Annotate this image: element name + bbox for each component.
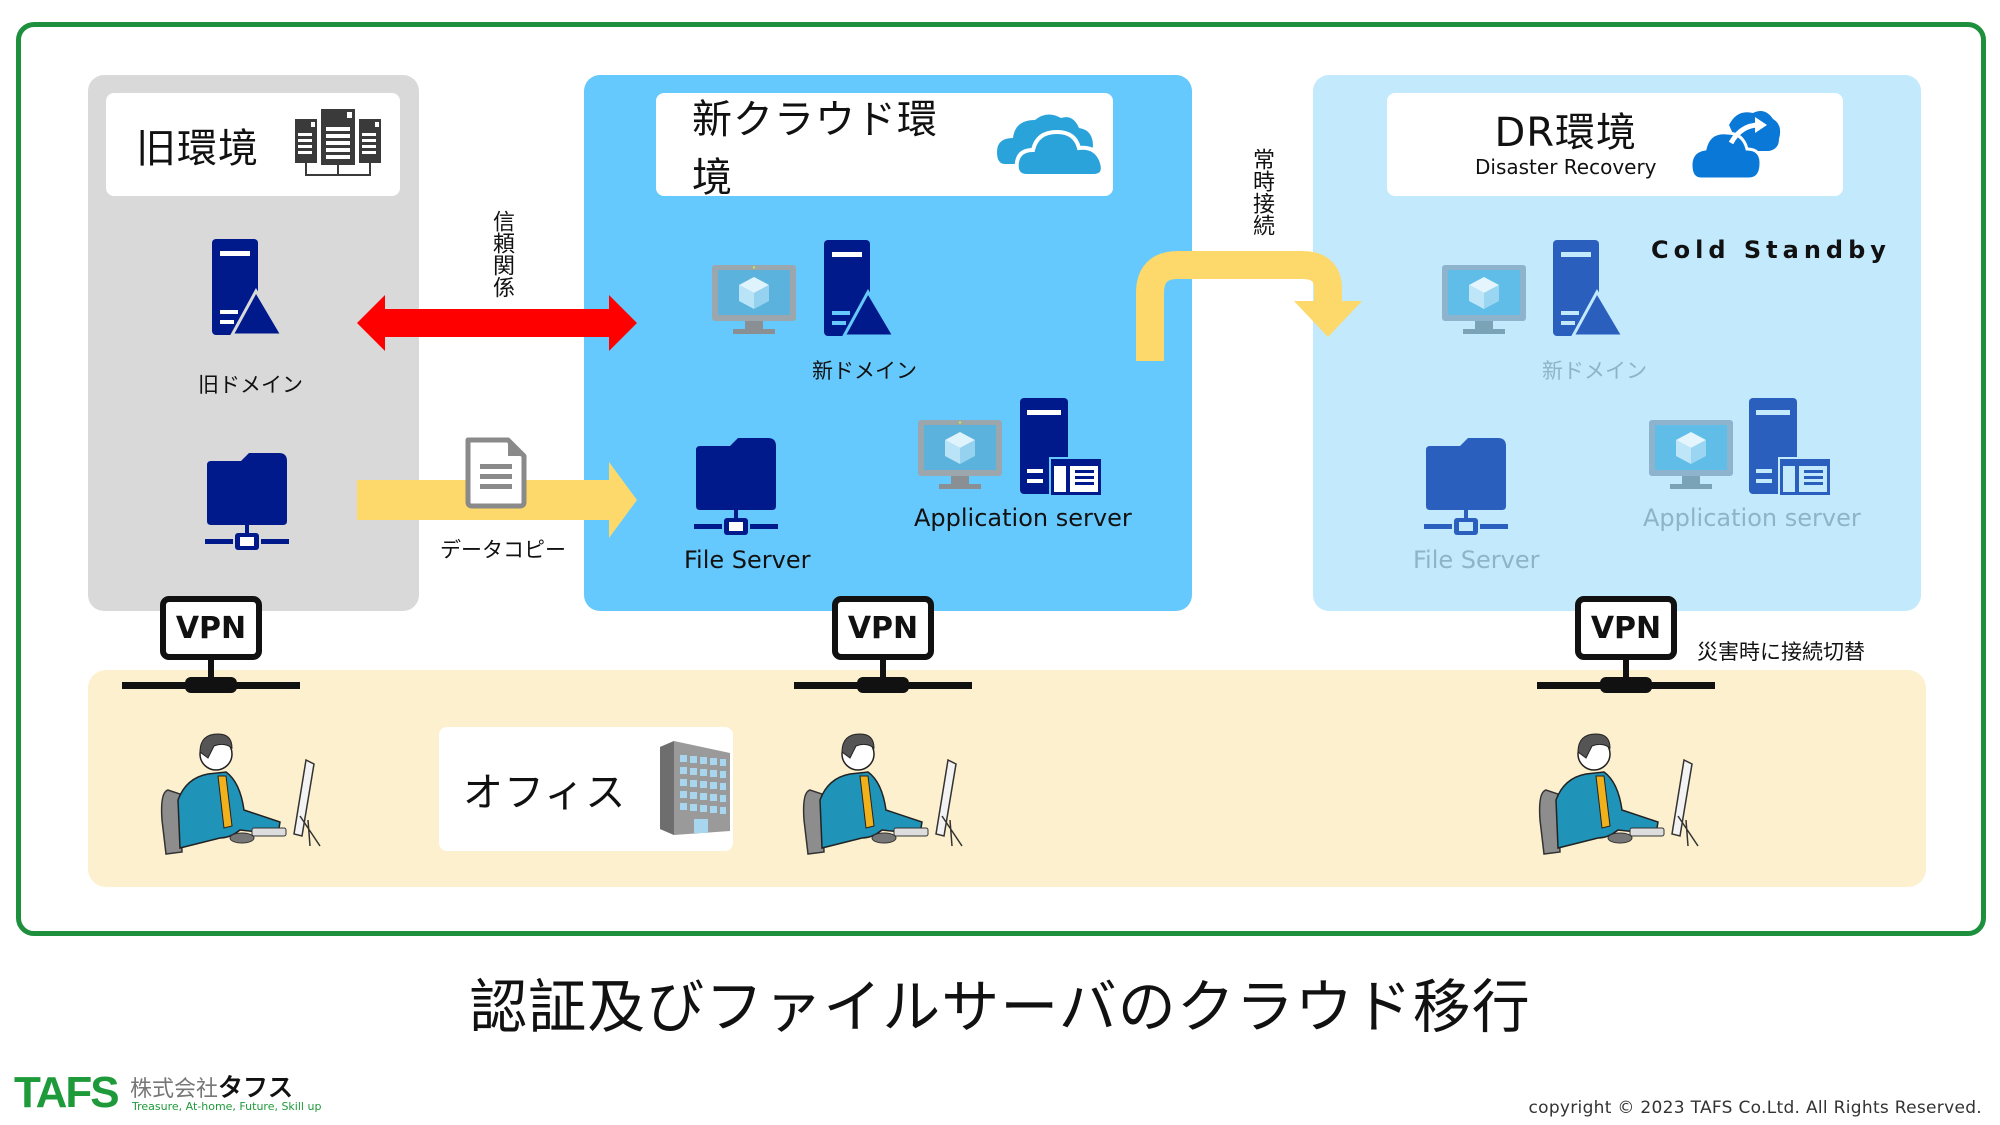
new-domain-controller-icon xyxy=(822,238,897,342)
company-brand: タフス xyxy=(218,1073,294,1102)
network-line-icon xyxy=(794,658,972,693)
old-env-header: 旧環境 xyxy=(106,93,400,196)
company-prefix: 株式会社 xyxy=(130,1077,219,1102)
failover-label: 災害時に接続切替 xyxy=(1697,640,1865,664)
diagram-title: 認証及びファイルサーバのクラウド移行 xyxy=(469,973,1531,1041)
new-app-vm-icon xyxy=(917,418,1003,498)
dr-env-header: DR環境 Disaster Recovery xyxy=(1387,93,1843,196)
document-icon xyxy=(462,436,528,514)
office-worker-icon xyxy=(802,730,982,864)
server-rack-icon xyxy=(293,105,383,185)
old-network-folder-icon xyxy=(203,451,291,557)
network-line-icon xyxy=(122,658,300,693)
vpn-box: VPN xyxy=(832,596,934,660)
trust-arrow-icon xyxy=(357,293,637,357)
dr-env-title: DR環境 xyxy=(1494,109,1638,156)
vpn-box: VPN xyxy=(160,596,262,660)
dr-app-vm-icon xyxy=(1648,418,1734,498)
dr-vm-monitor-icon xyxy=(1441,263,1527,343)
copyright-text: copyright © 2023 TAFS Co.Ltd. All Rights… xyxy=(1528,1098,1982,1118)
old-domain-controller-icon xyxy=(210,237,285,341)
office-building-icon xyxy=(660,739,731,839)
office-worker-icon xyxy=(160,730,340,864)
cloud-sync-icon xyxy=(1689,103,1783,187)
new-cloud-title: 新クラウド環境 xyxy=(692,96,938,201)
dr-domain-controller-icon xyxy=(1551,238,1626,342)
dr-domain-label: 新ドメイン xyxy=(1542,359,1647,383)
new-domain-label: 新ドメイン xyxy=(812,359,917,383)
always-connected-label: 常時接続 xyxy=(1249,148,1274,236)
dr-env-subtitle: Disaster Recovery xyxy=(1475,154,1657,179)
old-domain-label: 旧ドメイン xyxy=(198,373,303,397)
new-file-server-icon xyxy=(692,436,780,542)
new-cloud-header: 新クラウド環境 xyxy=(656,93,1113,201)
office-worker-icon xyxy=(1538,730,1718,864)
replication-arrow-icon xyxy=(1134,245,1374,369)
new-app-server-icon xyxy=(1018,396,1104,500)
new-vm-monitor-icon xyxy=(711,263,797,343)
company-tagline: Treasure, At-home, Future, Skill up xyxy=(132,1100,322,1113)
office-label-box: オフィス xyxy=(439,727,733,851)
dr-app-server-label: Application server xyxy=(1643,504,1861,532)
dr-app-server-icon xyxy=(1747,396,1833,500)
network-line-icon xyxy=(1537,658,1715,693)
new-file-server-label: File Server xyxy=(684,546,811,574)
vpn-node-new: VPN xyxy=(794,596,972,693)
vpn-node-dr: VPN xyxy=(1537,596,1715,693)
company-name: 株式会社タフス xyxy=(130,1068,293,1104)
new-app-server-label: Application server xyxy=(914,504,1132,532)
dr-file-server-label: File Server xyxy=(1413,546,1540,574)
trust-label: 信頼関係 xyxy=(489,210,514,298)
vpn-node-old: VPN xyxy=(122,596,300,693)
dr-file-server-icon xyxy=(1422,436,1510,542)
vpn-box: VPN xyxy=(1575,596,1677,660)
tafs-logo: TAFS xyxy=(14,1068,120,1117)
old-env-title: 旧環境 xyxy=(136,125,259,172)
cold-standby-label: Cold Standby xyxy=(1651,236,1891,264)
office-label: オフィス xyxy=(463,770,627,816)
copy-label: データコピー xyxy=(440,538,566,562)
cloud-icon xyxy=(997,108,1113,182)
